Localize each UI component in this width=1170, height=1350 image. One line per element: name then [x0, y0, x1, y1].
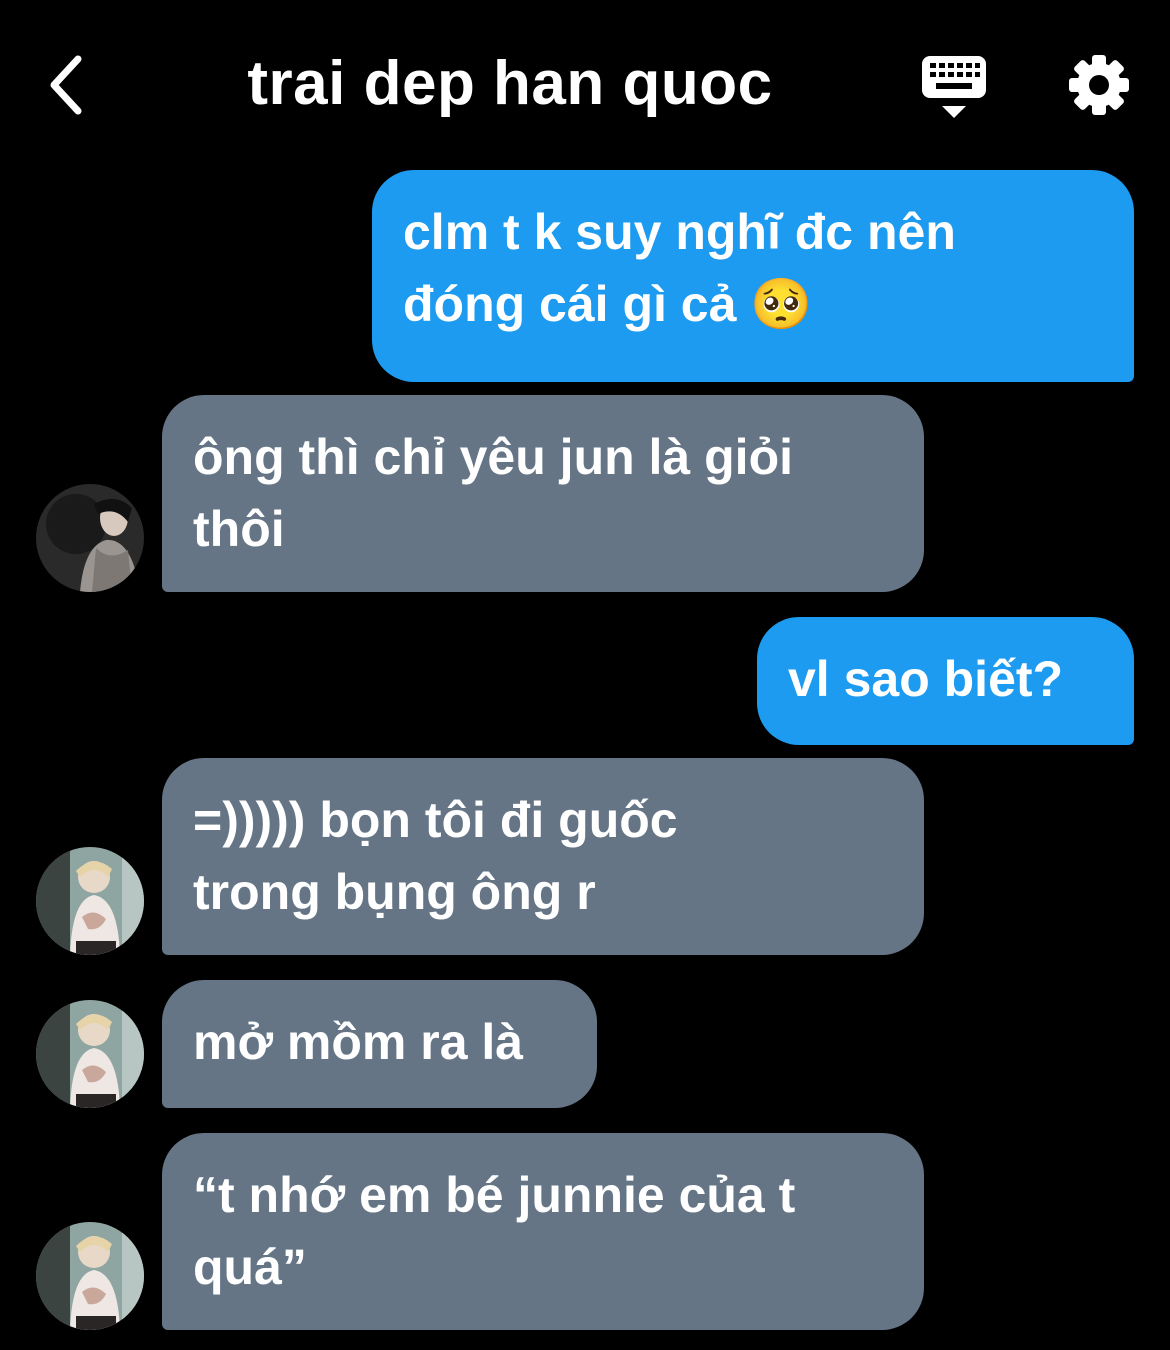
message-text-line: quá” [193, 1239, 307, 1295]
message-bubble-incoming[interactable]: =))))) bọn tôi đi guốc trong bụng ông r [162, 758, 924, 955]
contact-avatar[interactable] [36, 484, 144, 592]
chevron-left-icon [50, 55, 82, 115]
settings-button[interactable] [1064, 50, 1134, 120]
message-text-line: mở mồm ra là [193, 1014, 524, 1070]
message-text-line: thôi [193, 501, 285, 557]
message-text-line: trong bụng ông r [193, 864, 596, 920]
keyboard-icon [922, 56, 986, 118]
message-bubble-outgoing[interactable]: clm t k suy nghĩ đc nên đóng cái gì cả 🥺 [372, 170, 1134, 382]
conversation-title: trai dep han quoc [247, 49, 773, 118]
contact-avatar[interactable] [36, 1222, 144, 1330]
keyboard-button[interactable] [918, 52, 990, 122]
contact-avatar[interactable] [36, 847, 144, 955]
message-bubble-incoming[interactable]: “t nhớ em bé junnie của t quá” [162, 1133, 924, 1330]
message-text-line: “t nhớ em bé junnie của t [193, 1167, 796, 1223]
message-bubble-outgoing[interactable]: vl sao biết? [757, 617, 1134, 745]
message-text-line: vl sao biết? [788, 651, 1064, 707]
message-bubble-incoming[interactable]: ông thì chỉ yêu jun là giỏi thôi [162, 395, 924, 592]
chat-header: trai dep han quoc [0, 0, 1170, 160]
message-bubble-incoming[interactable]: mở mồm ra là [162, 980, 597, 1108]
message-text-line: ông thì chỉ yêu jun là giỏi [193, 429, 793, 485]
message-text-line: =))))) bọn tôi đi guốc [193, 792, 678, 848]
back-button[interactable] [36, 50, 96, 120]
contact-avatar[interactable] [36, 1000, 144, 1108]
gear-icon [1069, 55, 1129, 115]
message-text-line: đóng cái gì cả 🥺 [403, 276, 813, 332]
message-text-line: clm t k suy nghĩ đc nên [403, 204, 956, 260]
